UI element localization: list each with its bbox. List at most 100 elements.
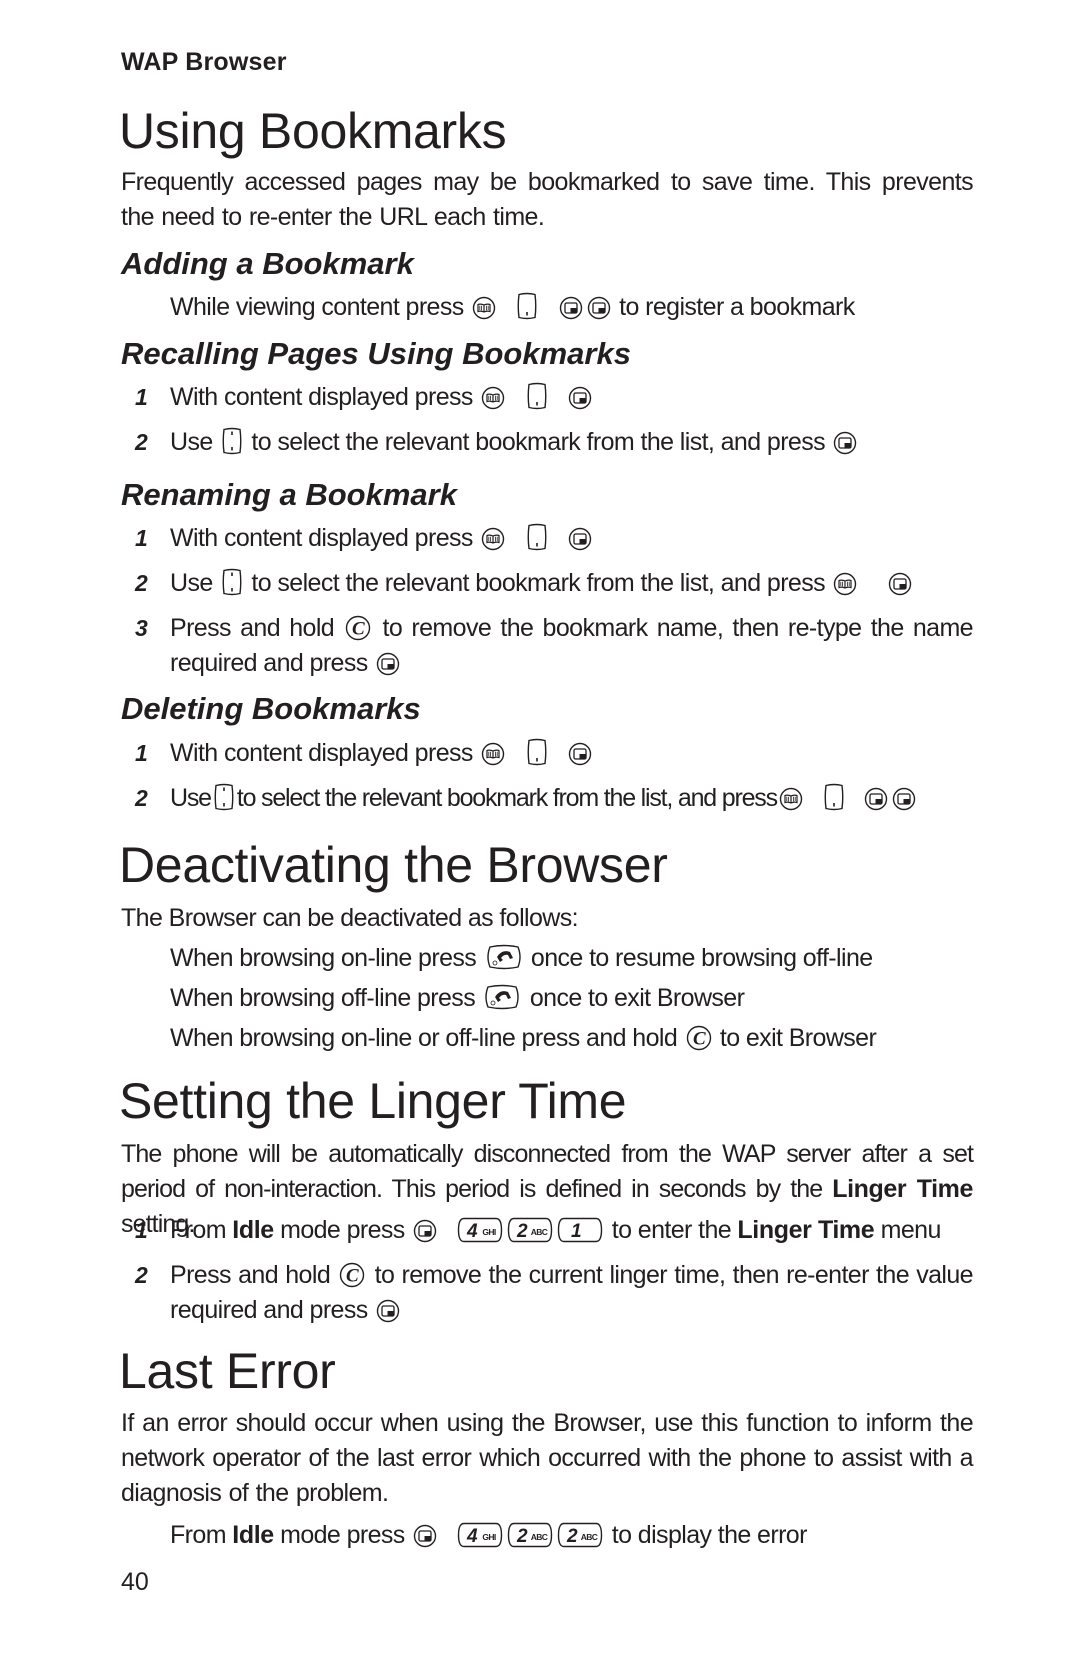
- step-text: Use: [170, 569, 213, 597]
- digit-key-4-icon: 4 GHI: [457, 1217, 503, 1243]
- renaming-step-3: 3 Press and hold C to remove the bookmar…: [121, 611, 974, 681]
- digit-key-2-icon: 2 ABC: [507, 1217, 553, 1243]
- heading-adding-bookmark: Adding a Bookmark: [121, 246, 414, 281]
- running-head: WAP Browser: [121, 48, 287, 76]
- step-text: Use: [170, 784, 212, 812]
- svg-text:4: 4: [466, 1221, 478, 1242]
- renaming-step-2: 2 Use to select the relevant bookmark fr…: [121, 566, 973, 600]
- step-text: Press and hold: [170, 614, 335, 642]
- using-bookmarks-intro: Frequently accessed pages may be bookmar…: [121, 168, 974, 231]
- select-key-icon: [568, 527, 592, 551]
- last-error-instruction: From Idle mode press 4 GHI 2 ABC 2 ABC to dis…: [121, 1518, 973, 1552]
- nav-updown-key-icon: [221, 568, 243, 596]
- deactivating-intro: The Browser can be deactivated as follow…: [121, 901, 973, 935]
- svg-text:2: 2: [516, 1221, 528, 1242]
- page-number: 40: [121, 1568, 149, 1596]
- book-key-icon: [481, 527, 505, 551]
- mode-name: Idle: [232, 1521, 274, 1549]
- clear-key-icon: C: [339, 1262, 365, 1288]
- select-key-icon: [892, 787, 916, 811]
- heading-deleting-bookmarks: Deleting Bookmarks: [121, 691, 421, 726]
- intro-text: The Browser can be deactivated as follow…: [121, 904, 579, 932]
- instruction-text: While viewing content press: [170, 293, 464, 321]
- nav-down-key-icon: [823, 783, 845, 811]
- nav-updown-key-icon: [213, 783, 235, 811]
- step-number: 1: [135, 1217, 148, 1243]
- step-number: 1: [135, 525, 148, 551]
- heading-using-bookmarks: Using Bookmarks: [119, 103, 507, 159]
- instruction-text: mode press: [273, 1521, 405, 1549]
- item-text: once to resume browsing off-line: [530, 944, 873, 972]
- svg-text:GHI: GHI: [483, 1532, 497, 1542]
- nav-down-key-icon: [526, 523, 548, 551]
- svg-text:2: 2: [516, 1526, 528, 1547]
- digit-key-2-icon: 2 ABC: [557, 1522, 603, 1548]
- nav-down-key-icon: [516, 292, 538, 320]
- setting-name: Linger Time: [737, 1216, 875, 1244]
- select-key-icon: [568, 742, 592, 766]
- step-text: With content displayed press: [170, 739, 473, 767]
- instruction-text: From: [170, 1521, 233, 1549]
- deleting-step-2: 2 Use to select the relevant bookmark fro…: [121, 781, 973, 815]
- book-key-icon: [472, 296, 496, 320]
- step-text: menu: [874, 1216, 942, 1244]
- recalling-step-1: 1 With content displayed press: [121, 380, 973, 414]
- digit-key-2-icon: 2 ABC: [507, 1522, 553, 1548]
- nav-down-key-icon: [526, 382, 548, 410]
- linger-step-1: 1 From Idle mode press 4 GHI 2 ABC 1 to ente…: [121, 1213, 973, 1247]
- deactivating-item-3: When browsing on-line or off-line press …: [121, 1021, 973, 1055]
- select-key-icon: [376, 1299, 400, 1323]
- item-text: When browsing on-line press: [170, 944, 477, 972]
- svg-text:4: 4: [466, 1526, 478, 1547]
- clear-key-icon: C: [345, 615, 371, 641]
- select-key-icon: [413, 1524, 437, 1548]
- linger-step-2: 2 Press and hold C to remove the current…: [121, 1258, 974, 1328]
- nav-updown-key-icon: [221, 427, 243, 455]
- select-key-icon: [864, 787, 888, 811]
- heading-recalling-pages: Recalling Pages Using Bookmarks: [121, 336, 631, 371]
- heading-deactivating-browser: Deactivating the Browser: [119, 837, 668, 893]
- step-number: 1: [135, 384, 148, 410]
- clear-key-icon: C: [686, 1025, 712, 1051]
- digit-key-1-icon: 1: [557, 1217, 603, 1243]
- svg-text:GHI: GHI: [483, 1227, 497, 1237]
- step-number: 2: [135, 570, 148, 596]
- step-text: With content displayed press: [170, 524, 473, 552]
- svg-text:C: C: [352, 619, 365, 640]
- item-text: once to exit Browser: [529, 984, 745, 1012]
- step-text: mode press: [273, 1216, 405, 1244]
- step-number: 2: [135, 1262, 148, 1288]
- svg-text:ABC: ABC: [581, 1532, 598, 1542]
- end-key-icon: [485, 943, 523, 971]
- step-text: With content displayed press: [170, 383, 473, 411]
- last-error-intro: If an error should occur when using the …: [121, 1409, 974, 1507]
- digit-key-4-icon: 4 GHI: [457, 1522, 503, 1548]
- step-text: to select the relevant bookmark from the…: [251, 428, 826, 456]
- select-key-icon: [376, 652, 400, 676]
- deleting-step-1: 1 With content displayed press: [121, 736, 973, 770]
- mode-name: Idle: [232, 1216, 274, 1244]
- heading-linger-time: Setting the Linger Time: [119, 1073, 627, 1129]
- book-key-icon: [481, 386, 505, 410]
- select-key-icon: [888, 572, 912, 596]
- select-key-icon: [587, 296, 611, 320]
- svg-text:ABC: ABC: [531, 1227, 548, 1237]
- step-text: Press and hold: [170, 1261, 331, 1289]
- step-text: to select the relevant bookmark from the…: [236, 784, 778, 812]
- select-key-icon: [413, 1219, 437, 1243]
- step-number: 2: [135, 429, 148, 455]
- instruction-text: to register a bookmark: [619, 293, 855, 321]
- end-key-icon: [483, 983, 521, 1011]
- item-text: When browsing on-line or off-line press …: [170, 1024, 678, 1052]
- instruction-text: to display the error: [611, 1521, 808, 1549]
- svg-text:2: 2: [566, 1526, 578, 1547]
- heading-renaming-bookmark: Renaming a Bookmark: [121, 477, 457, 512]
- step-text: Use: [170, 428, 213, 456]
- heading-last-error: Last Error: [119, 1343, 336, 1399]
- book-key-icon: [481, 742, 505, 766]
- recalling-step-2: 2 Use to select the relevant bookmark fr…: [121, 425, 973, 459]
- book-key-icon: [833, 572, 857, 596]
- svg-text:C: C: [346, 1266, 359, 1287]
- svg-text:1: 1: [571, 1221, 581, 1242]
- renaming-step-1: 1 With content displayed press: [121, 521, 973, 555]
